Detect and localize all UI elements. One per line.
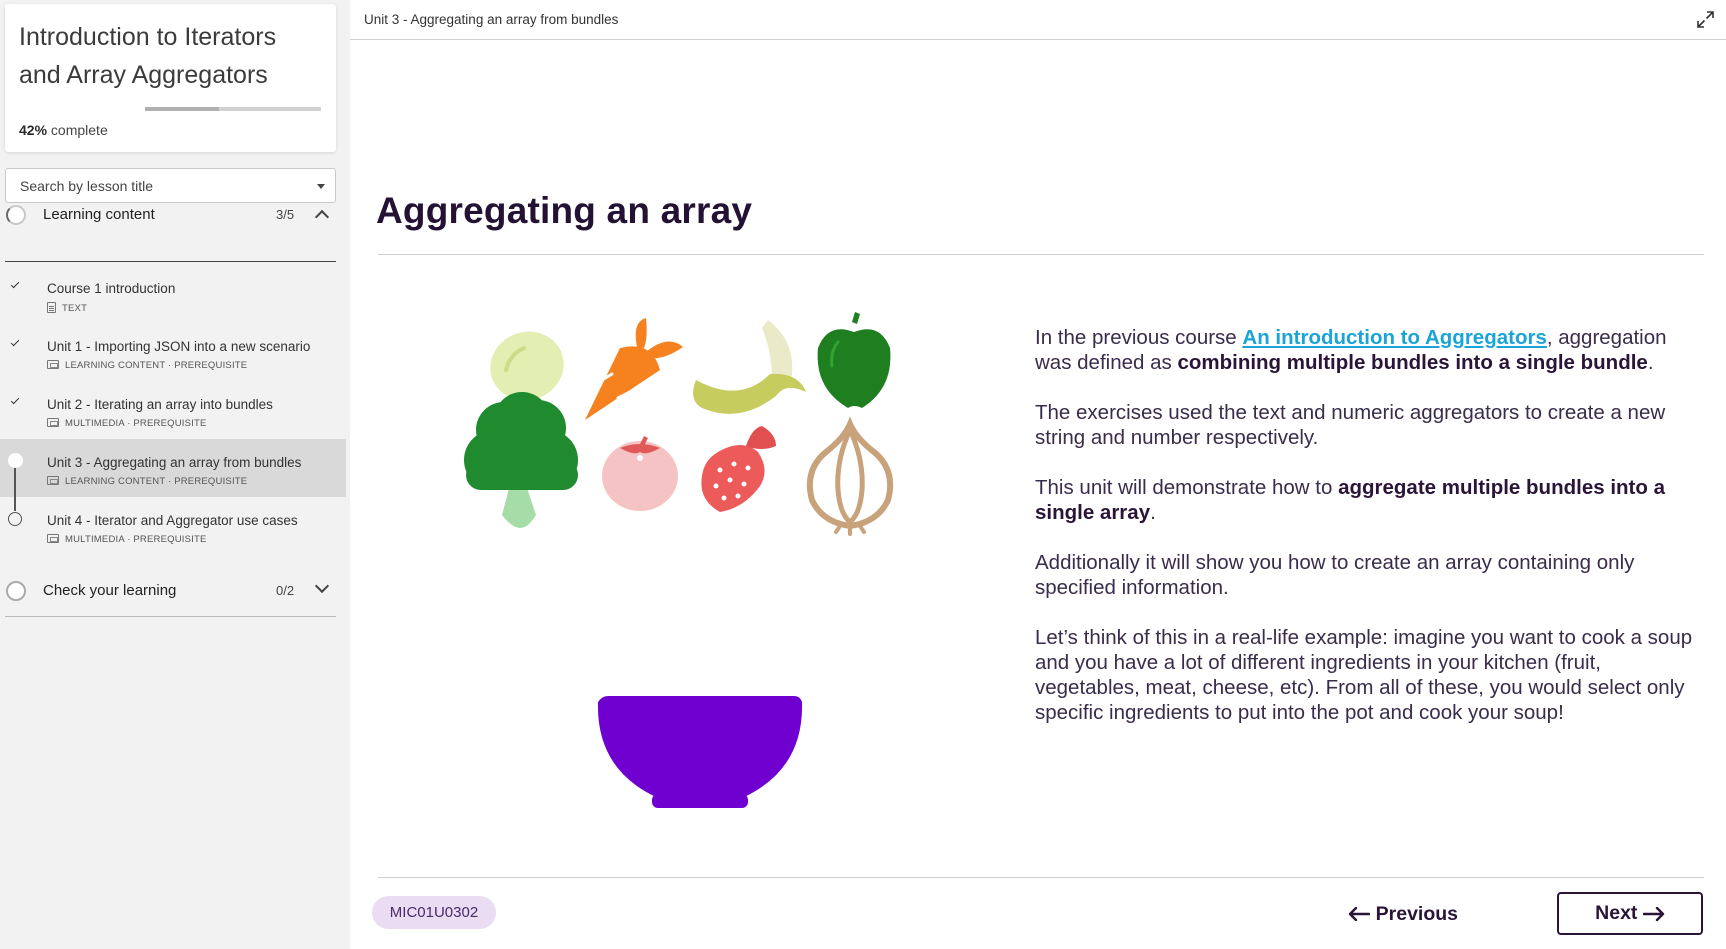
progress-fill xyxy=(145,107,219,111)
progress-circle-icon xyxy=(6,205,26,225)
media-icon xyxy=(47,534,59,543)
section-divider xyxy=(5,261,336,262)
section-count: 3/5 xyxy=(276,207,295,222)
lesson-meta: LEARNING CONTENT · PREREQUISITE xyxy=(47,476,247,487)
tomato-icon xyxy=(602,436,678,511)
lesson-meta: TEXT xyxy=(47,302,87,314)
progress-text: 42% complete xyxy=(19,122,108,138)
previous-button[interactable]: Previous xyxy=(1308,893,1458,935)
arrow-right-icon xyxy=(1642,906,1665,921)
progress-percent: 42% xyxy=(19,122,48,138)
media-icon xyxy=(47,360,59,369)
lesson-title: Unit 3 - Aggregating an array from bundl… xyxy=(47,455,302,470)
banana-icon xyxy=(693,320,806,414)
checkmark-icon xyxy=(10,337,20,347)
lesson-item-course-1-introduction[interactable]: Course 1 introduction TEXT xyxy=(0,265,346,323)
lesson-item-unit-1[interactable]: Unit 1 - Importing JSON into a new scena… xyxy=(0,323,346,381)
lesson-meta: MULTIMEDIA · PREREQUISITE xyxy=(47,418,207,429)
section-title: Learning content xyxy=(43,206,155,223)
lesson-item-unit-3[interactable]: Unit 3 - Aggregating an array from bundl… xyxy=(0,439,346,497)
progress-bar xyxy=(145,107,321,111)
open-circle-icon xyxy=(8,512,22,526)
checkmark-icon xyxy=(10,395,20,405)
media-icon xyxy=(47,476,59,485)
page-title: Aggregating an array xyxy=(376,190,753,231)
lesson-content: Unit 3 - Aggregating an array from bundl… xyxy=(350,0,1726,949)
carrot-icon xyxy=(585,318,683,420)
next-button[interactable]: Next xyxy=(1557,892,1703,935)
lesson-list: Course 1 introduction TEXT Unit 1 - Impo… xyxy=(0,265,346,555)
intro-aggregators-link[interactable]: An introduction to Aggregators xyxy=(1242,326,1546,349)
current-lesson-dot-icon xyxy=(8,453,23,468)
expand-icon[interactable] xyxy=(1697,11,1714,28)
sidebar: Introduction to Iterators and Array Aggr… xyxy=(0,0,346,949)
section-check-your-learning[interactable]: Check your learning 0/2 xyxy=(0,567,336,615)
paragraph-4: Additionally it will show you how to cre… xyxy=(1035,551,1635,599)
onion-icon xyxy=(806,416,894,536)
progress-suffix: complete xyxy=(50,122,108,138)
course-title: Introduction to Iterators and Array Aggr… xyxy=(19,23,277,89)
section-divider xyxy=(5,616,336,617)
lesson-body: In the previous course An introduction t… xyxy=(1035,325,1695,750)
lesson-title: Unit 4 - Iterator and Aggregator use cas… xyxy=(47,513,298,528)
document-icon xyxy=(47,302,56,313)
progress-line xyxy=(14,497,16,511)
text-span: In the previous course xyxy=(1035,326,1243,349)
caret-down-icon xyxy=(317,184,325,189)
lesson-code-badge: MIC01U0302 xyxy=(372,896,496,929)
arrow-left-icon xyxy=(1349,907,1371,922)
apple-icon xyxy=(817,312,891,408)
paragraph-2: The exercises used the text and numeric … xyxy=(1035,401,1666,449)
chevron-up-icon xyxy=(314,209,330,225)
bowl-icon xyxy=(597,696,803,808)
text-span: This unit will demonstrate how to xyxy=(1035,476,1339,499)
paragraph-1: In the previous course An introduction t… xyxy=(1035,325,1695,375)
lesson-item-unit-2[interactable]: Unit 2 - Iterating an array into bundles… xyxy=(0,381,346,439)
top-bar: Unit 3 - Aggregating an array from bundl… xyxy=(350,0,1726,40)
checkmark-icon xyxy=(10,279,20,289)
text-span: . xyxy=(1150,501,1156,524)
previous-label: Previous xyxy=(1375,902,1458,925)
title-divider xyxy=(378,254,1704,255)
lesson-item-unit-4[interactable]: Unit 4 - Iterator and Aggregator use cas… xyxy=(0,497,346,555)
course-card: Introduction to Iterators and Array Aggr… xyxy=(5,4,336,152)
next-label: Next xyxy=(1595,902,1638,924)
ingredients-illustration xyxy=(464,312,894,808)
media-icon xyxy=(47,418,59,427)
footer-divider xyxy=(378,877,1704,878)
paragraph-5: Let’s think of this in a real-life examp… xyxy=(1035,626,1693,724)
section-count: 0/2 xyxy=(276,583,295,598)
lesson-meta: LEARNING CONTENT · PREREQUISITE xyxy=(47,360,247,371)
section-title: Check your learning xyxy=(43,582,177,599)
section-learning-content[interactable]: Learning content 3/5 xyxy=(0,191,336,239)
lesson-title: Course 1 introduction xyxy=(47,281,176,296)
broccoli-icon xyxy=(464,392,578,528)
lesson-meta: MULTIMEDIA · PREREQUISITE xyxy=(47,534,207,545)
text-span: . xyxy=(1647,351,1654,374)
paragraph-3: This unit will demonstrate how to aggreg… xyxy=(1035,475,1695,525)
progress-line xyxy=(14,463,16,497)
bold-text: combining multiple bundles into a single… xyxy=(1177,351,1648,374)
strawberry-icon xyxy=(701,426,776,512)
lesson-title: Unit 2 - Iterating an array into bundles xyxy=(47,397,273,412)
breadcrumb: Unit 3 - Aggregating an array from bundl… xyxy=(364,12,619,27)
progress-circle-icon xyxy=(6,581,26,601)
chevron-down-icon xyxy=(314,578,330,594)
lesson-title: Unit 1 - Importing JSON into a new scena… xyxy=(47,339,311,354)
